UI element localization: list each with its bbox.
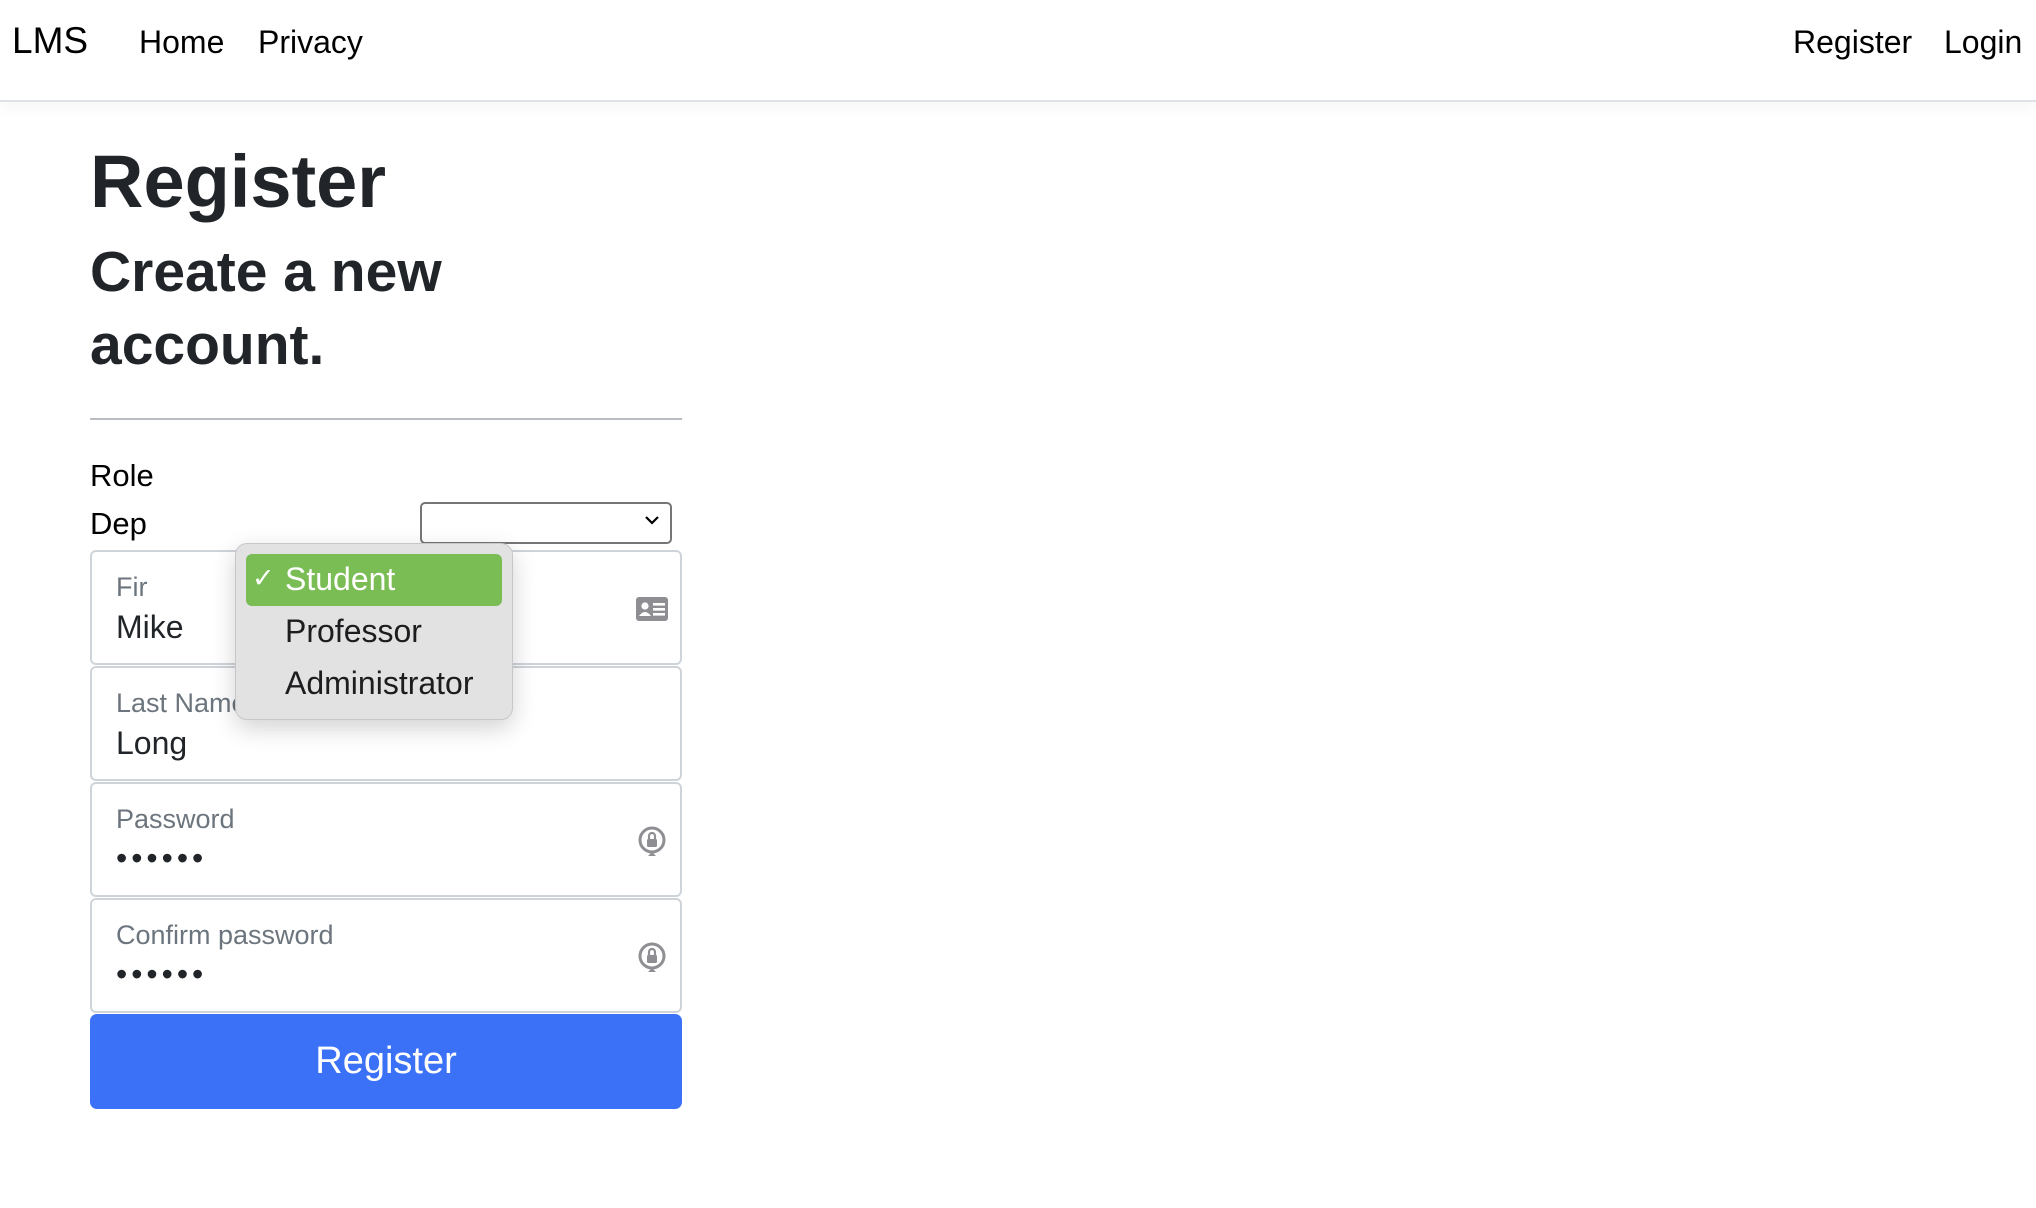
page-title: Register <box>90 140 387 223</box>
navbar: LMS Home Privacy Register Login <box>0 0 2036 102</box>
confirm-password-label: Confirm password <box>116 920 334 950</box>
chevron-down-icon <box>642 510 662 536</box>
confirm-password-field[interactable]: Confirm password •••••• <box>90 898 682 1013</box>
role-option-label: Professor <box>285 613 422 649</box>
checkmark-icon: ✓ <box>252 563 275 593</box>
first-name-value: Mike <box>116 609 184 645</box>
nav-home-link[interactable]: Home <box>139 24 224 61</box>
password-value: •••••• <box>116 840 208 876</box>
last-name-label: Last Name <box>116 688 247 718</box>
page-subtitle: Create a new account. <box>90 240 442 377</box>
first-name-label: Fir <box>116 572 148 602</box>
password-label: Password <box>116 804 235 834</box>
nav-privacy-link[interactable]: Privacy <box>258 24 363 61</box>
department-select[interactable] <box>420 502 672 544</box>
password-key-icon[interactable] <box>634 823 670 859</box>
password-key-icon[interactable] <box>634 939 670 975</box>
nav-login-link[interactable]: Login <box>1944 24 2022 61</box>
role-option-student[interactable]: ✓ Student <box>246 554 502 606</box>
password-field[interactable]: Password •••••• <box>90 782 682 897</box>
confirm-password-value: •••••• <box>116 956 208 992</box>
divider <box>90 418 682 420</box>
role-option-label: Student <box>285 561 396 597</box>
department-label: Dep <box>90 506 147 541</box>
register-button[interactable]: Register <box>90 1014 682 1109</box>
role-option-label: Administrator <box>285 665 474 701</box>
role-label: Role <box>90 458 154 493</box>
contact-card-icon[interactable] <box>634 591 670 627</box>
role-option-administrator[interactable]: Administrator <box>246 658 502 710</box>
last-name-value: Long <box>116 725 188 761</box>
role-dropdown-menu: ✓ Student Professor Administrator <box>235 543 513 720</box>
brand-link[interactable]: LMS <box>12 20 88 62</box>
role-option-professor[interactable]: Professor <box>246 606 502 658</box>
nav-register-link[interactable]: Register <box>1793 24 1912 61</box>
